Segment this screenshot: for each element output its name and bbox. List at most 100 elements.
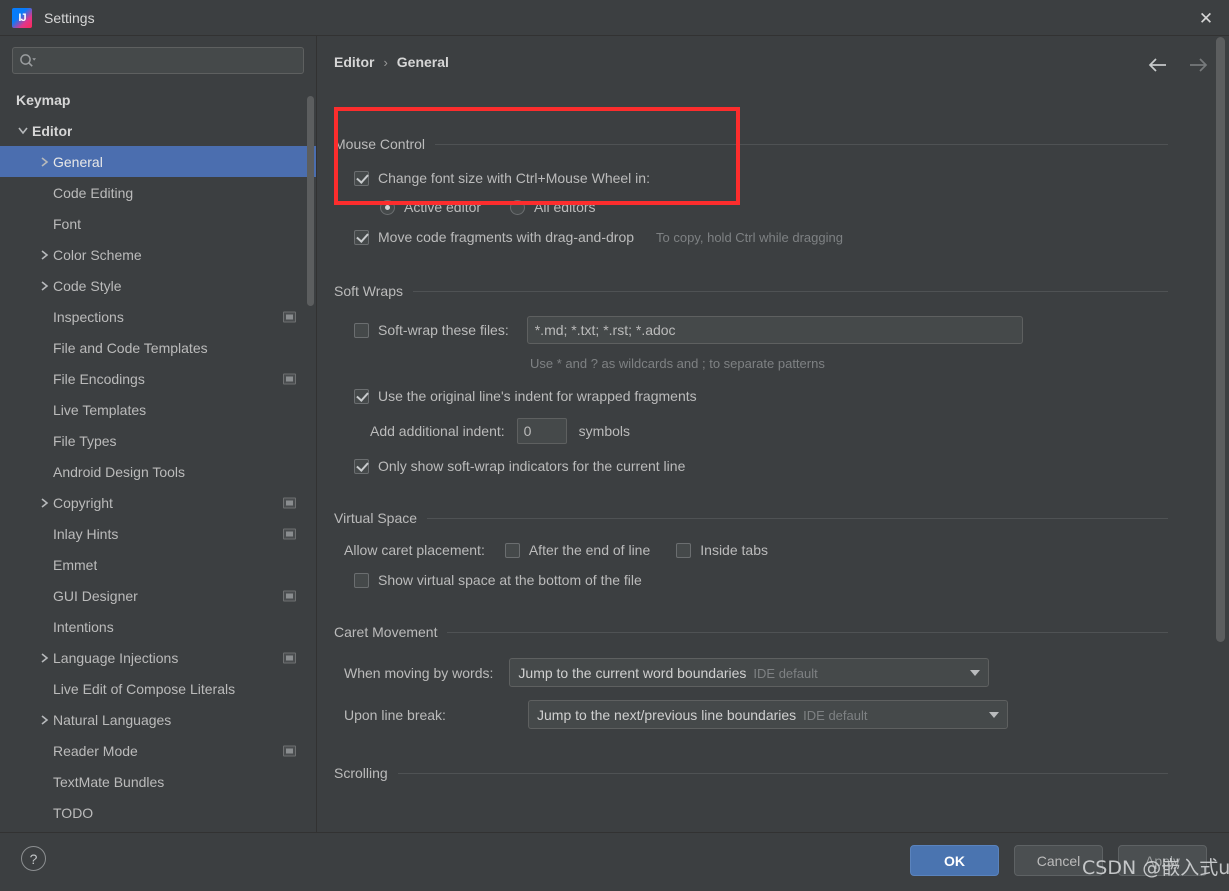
content-scrollbar-thumb[interactable] <box>1216 37 1225 642</box>
chevron-right-icon[interactable] <box>37 497 51 509</box>
sidebar-item-file-encodings[interactable]: File Encodings <box>0 363 316 394</box>
soft-wrap-files-input[interactable]: *.md; *.txt; *.rst; *.adoc <box>526 316 1023 344</box>
scope-badge-icon <box>283 311 296 322</box>
show-virtual-space-label: Show virtual space at the bottom of the … <box>378 572 642 588</box>
sidebar-item-font[interactable]: Font <box>0 208 316 239</box>
search-box[interactable] <box>12 47 304 74</box>
section-divider <box>413 290 1168 292</box>
chevron-down-icon[interactable] <box>16 126 30 135</box>
sidebar-item-file-and-code-templates[interactable]: File and Code Templates <box>0 332 316 363</box>
breadcrumb-root[interactable]: Editor <box>334 54 374 70</box>
after-end-of-line-checkbox[interactable] <box>504 542 520 558</box>
sidebar-item-label: Code Style <box>53 277 122 294</box>
sidebar-item-reader-mode[interactable]: Reader Mode <box>0 735 316 766</box>
sidebar-item-copyright[interactable]: Copyright <box>0 487 316 518</box>
change-font-size-row: Change font size with Ctrl+Mouse Wheel i… <box>354 170 1198 186</box>
breadcrumb: Editor › General <box>334 54 449 70</box>
allow-caret-row: Allow caret placement: After the end of … <box>344 542 1198 558</box>
font-size-scope-row: Active editor All editors <box>380 199 1198 215</box>
arrow-left-icon[interactable] <box>1145 52 1171 78</box>
when-moving-by-words-dropdown[interactable]: Jump to the current word boundaries IDE … <box>509 658 990 687</box>
additional-indent-suffix: symbols <box>578 423 631 439</box>
close-icon[interactable]: ✕ <box>1183 0 1229 36</box>
chevron-right-icon[interactable] <box>37 280 51 292</box>
sidebar-item-keymap[interactable]: Keymap <box>0 84 316 115</box>
only-show-indicators-label: Only show soft-wrap indicators for the c… <box>378 458 686 474</box>
original-indent-checkbox[interactable] <box>354 388 369 404</box>
move-fragments-row: Move code fragments with drag-and-drop T… <box>354 229 1198 245</box>
sidebar-item-label: TextMate Bundles <box>53 773 165 790</box>
when-moving-by-words-default: IDE default <box>753 665 818 681</box>
sidebar-item-color-scheme[interactable]: Color Scheme <box>0 239 316 270</box>
apply-button[interactable]: Apply <box>1118 845 1207 876</box>
move-fragments-checkbox[interactable] <box>354 229 369 245</box>
when-moving-by-words-value: Jump to the current word boundaries <box>518 664 747 681</box>
sidebar-item-general[interactable]: General <box>0 146 316 177</box>
sidebar-item-live-templates[interactable]: Live Templates <box>0 394 316 425</box>
settings-dialog: IJ Settings ✕ Keymap Editor General Code Ed… <box>0 0 1229 891</box>
chevron-right-icon[interactable] <box>37 652 51 664</box>
active-editor-label: Active editor <box>404 199 482 215</box>
inside-tabs-checkbox[interactable] <box>676 542 692 558</box>
section-divider <box>435 143 1168 145</box>
sidebar-item-file-types[interactable]: File Types <box>0 425 316 456</box>
breadcrumb-leaf: General <box>396 54 449 70</box>
sidebar-item-label: Font <box>53 215 82 232</box>
sidebar-item-label: Live Templates <box>53 401 147 418</box>
only-show-indicators-row: Only show soft-wrap indicators for the c… <box>354 458 1198 474</box>
sidebar-item-todo[interactable]: TODO <box>0 797 316 828</box>
additional-indent-input[interactable]: 0 <box>516 418 567 444</box>
sidebar-item-label: Android Design Tools <box>53 463 186 480</box>
sidebar-item-natural-languages[interactable]: Natural Languages <box>0 704 316 735</box>
upon-line-break-dropdown[interactable]: Jump to the next/previous line boundarie… <box>528 700 1008 729</box>
show-virtual-space-checkbox[interactable] <box>354 572 369 588</box>
sidebar-item-code-style[interactable]: Code Style <box>0 270 316 301</box>
arrow-right-icon[interactable] <box>1185 52 1211 78</box>
dialog-footer: ? OK Cancel Apply <box>0 832 1229 891</box>
change-font-size-checkbox[interactable] <box>354 170 369 186</box>
title-bar: IJ Settings ✕ <box>0 0 1229 36</box>
help-icon[interactable]: ? <box>21 846 46 871</box>
chevron-down-icon <box>970 669 981 676</box>
sidebar-item-android-design-tools[interactable]: Android Design Tools <box>0 456 316 487</box>
sidebar-item-live-edit-of-compose-literals[interactable]: Live Edit of Compose Literals <box>0 673 316 704</box>
sidebar-item-inspections[interactable]: Inspections <box>0 301 316 332</box>
only-show-indicators-checkbox[interactable] <box>354 458 369 474</box>
sidebar-item-editor[interactable]: Editor <box>0 115 316 146</box>
search-input[interactable] <box>40 53 297 68</box>
wildcard-hint-row: Use * and ? as wildcards and ; to separa… <box>530 356 1198 371</box>
search-icon <box>19 53 36 68</box>
active-editor-radio[interactable] <box>380 199 395 215</box>
sidebar-item-code-editing[interactable]: Code Editing <box>0 177 316 208</box>
settings-sidebar: Keymap Editor General Code Editing Font Color… <box>0 36 317 832</box>
move-fragments-hint: To copy, hold Ctrl while dragging <box>656 229 843 245</box>
after-end-of-line-label: After the end of line <box>528 542 651 558</box>
sidebar-item-language-injections[interactable]: Language Injections <box>0 642 316 673</box>
sidebar-scrollbar-thumb[interactable] <box>307 96 314 306</box>
sidebar-item-intentions[interactable]: Intentions <box>0 611 316 642</box>
all-editors-radio[interactable] <box>510 199 526 215</box>
section-caret-movement: Caret Movement <box>334 622 1168 642</box>
chevron-right-icon[interactable] <box>37 249 51 261</box>
original-indent-label: Use the original line's indent for wrapp… <box>378 388 697 404</box>
section-scrolling: Scrolling <box>334 763 1168 783</box>
sidebar-item-textmate-bundles[interactable]: TextMate Bundles <box>0 766 316 797</box>
breadcrumb-separator-icon: › <box>383 54 388 70</box>
section-virtual-space: Virtual Space <box>334 508 1168 528</box>
scope-badge-icon <box>283 497 296 508</box>
inside-tabs-label: Inside tabs <box>700 542 768 558</box>
cancel-button[interactable]: Cancel <box>1014 845 1103 876</box>
sidebar-item-label: File and Code Templates <box>53 339 208 356</box>
all-editors-label: All editors <box>534 199 596 215</box>
sidebar-item-label: Intentions <box>53 618 114 635</box>
sidebar-item-inlay-hints[interactable]: Inlay Hints <box>0 518 316 549</box>
soft-wrap-files-checkbox[interactable] <box>354 322 369 338</box>
sidebar-item-emmet[interactable]: Emmet <box>0 549 316 580</box>
chevron-right-icon[interactable] <box>37 714 51 726</box>
settings-tree: Keymap Editor General Code Editing Font Color… <box>0 84 316 828</box>
allow-caret-label: Allow caret placement: <box>344 542 485 558</box>
search-area <box>0 36 316 74</box>
ok-button[interactable]: OK <box>910 845 999 876</box>
sidebar-item-gui-designer[interactable]: GUI Designer <box>0 580 316 611</box>
chevron-right-icon[interactable] <box>37 156 51 168</box>
